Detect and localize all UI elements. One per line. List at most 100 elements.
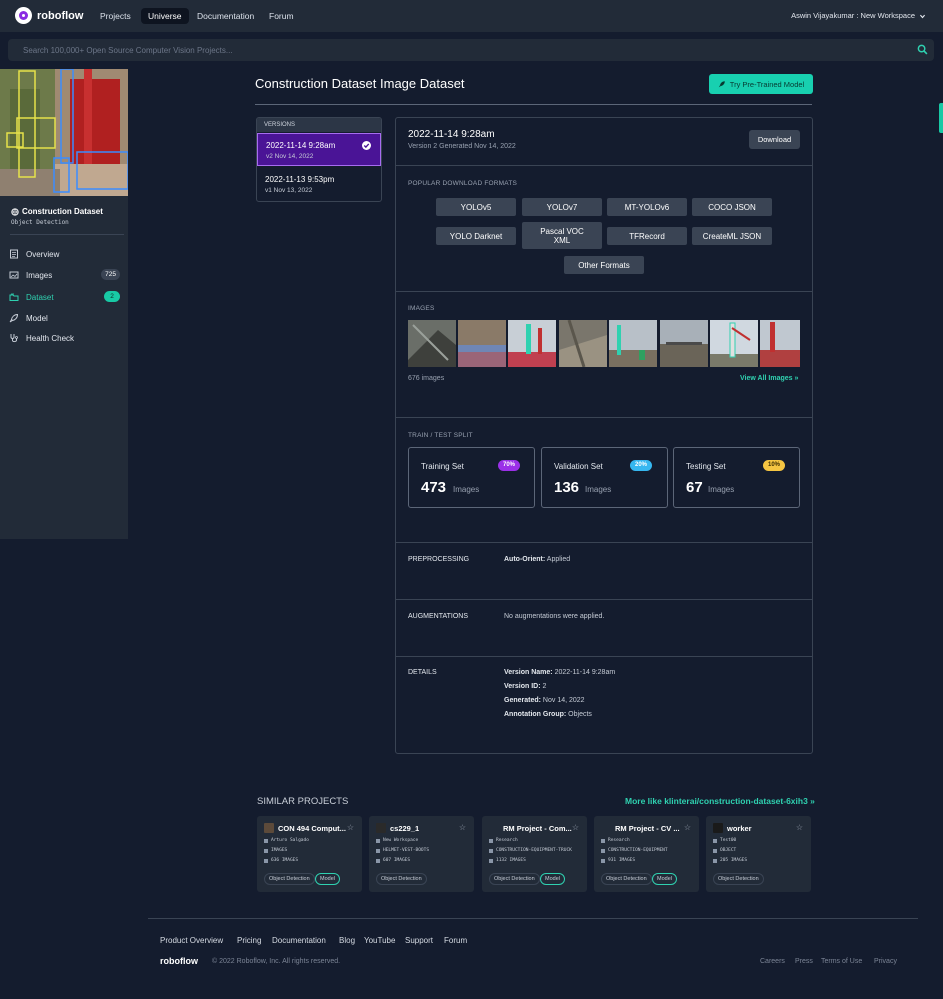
footer-link-documentation[interactable]: Documentation [272,936,326,945]
search-input[interactable] [8,39,908,61]
sidebar-item-images[interactable]: Images 725 [9,267,122,283]
project-thumbnail-icon [601,823,611,833]
star-icon[interactable]: ☆ [684,823,691,832]
detail-val: Objects [568,711,592,718]
star-icon[interactable]: ☆ [796,823,803,832]
version-item-v1[interactable]: 2022-11-13 9:53pm v1 Nov 13, 2022 [257,168,381,201]
search-icon[interactable] [917,44,928,55]
footer-link-careers[interactable]: Careers [760,958,785,965]
footer-link-blog[interactable]: Blog [339,936,355,945]
format-pascal-voc-button[interactable]: Pascal VOC XML [522,222,602,249]
format-tfrecord-button[interactable]: TFRecord [607,227,687,245]
footer-logo[interactable]: roboflow [160,956,198,966]
footer-link-terms[interactable]: Terms of Use [821,958,862,965]
sidebar-item-label: Model [26,313,48,323]
footer-link-product-overview[interactable]: Product Overview [160,936,223,945]
similar-project-card[interactable]: RM Project - Com... ☆ Research CONSTRUCT… [482,816,587,892]
version-title: 2022-11-13 9:53pm [265,175,335,184]
versions-heading: VERSIONS [257,118,381,132]
project-owner: Research [496,838,518,843]
section-divider [396,417,812,418]
split-label: TRAIN / TEST SPLIT [408,432,473,439]
project-classes: HELMET-VEST-BOOTS [383,848,430,853]
model-tag: Model [540,873,565,885]
format-createml-json-button[interactable]: CreateML JSON [692,227,772,245]
format-coco-json-button[interactable]: COCO JSON [692,198,772,216]
split-unit: Images [585,485,612,494]
preprocessing-value: Auto-Orient: Applied [504,556,570,563]
footer-link-privacy[interactable]: Privacy [874,958,897,965]
detail-key: Version ID: [504,683,541,690]
footer-link-forum[interactable]: Forum [444,936,467,945]
footer-link-press[interactable]: Press [795,958,813,965]
preprocessing-label: PREPROCESSING [408,556,470,563]
section-divider [396,165,812,166]
rocket-icon [718,81,725,88]
more-like-link[interactable]: More like klinterai/construction-dataset… [625,796,815,806]
image-thumbnail[interactable] [710,320,758,367]
dataset-type: Object Detection [11,219,69,226]
user-icon [264,838,268,843]
version-item-v2[interactable]: 2022-11-14 9:28am v2 Nov 14, 2022 [257,133,381,166]
sidebar-item-dataset[interactable]: Dataset 2 [9,289,122,305]
star-icon[interactable]: ☆ [572,823,579,832]
object-detection-tag: Object Detection [601,873,652,885]
format-yolov7-button[interactable]: YOLOv7 [522,198,602,216]
image-thumbnail[interactable] [508,320,556,367]
user-icon [489,838,493,843]
object-detection-tag: Object Detection [376,873,427,885]
feedback-side-tab[interactable] [939,103,943,133]
image-thumbnail[interactable] [760,320,800,367]
image-thumbnail[interactable] [458,320,506,367]
similar-project-card[interactable]: CON 494 Comput... ☆ Arturo Salgado IMAGE… [257,816,362,892]
project-title: CON 494 Comput... [278,823,346,833]
top-navbar: roboflow Projects Universe Documentation… [0,0,943,32]
section-divider [396,599,812,600]
star-icon[interactable]: ☆ [459,823,466,832]
dataset-name: Construction Dataset [11,207,103,216]
nav-universe[interactable]: Universe [141,8,189,24]
nav-projects[interactable]: Projects [93,8,138,24]
page-title: Construction Dataset Image Dataset [255,76,465,91]
footer-link-youtube[interactable]: YouTube [364,936,395,945]
similar-project-card[interactable]: RM Project - CV ... ☆ Research CONSTRUCT… [594,816,699,892]
view-all-images-link[interactable]: View All Images » [740,375,798,382]
sidebar-item-overview[interactable]: Overview [9,246,122,262]
image-thumbnail[interactable] [408,320,456,367]
project-owner: New Workspace [383,838,419,843]
try-pretrained-model-button[interactable]: Try Pre-Trained Model [709,74,813,94]
augmentations-label: AUGMENTATIONS [408,613,469,620]
other-formats-button[interactable]: Other Formats [564,256,644,274]
tag-icon [376,848,380,853]
user-workspace-menu[interactable]: Aswin Vijayakumar : New Workspace [791,8,926,24]
similar-project-card[interactable]: cs229_1 ☆ New Workspace HELMET-VEST-BOOT… [369,816,474,892]
star-icon[interactable]: ☆ [347,823,354,832]
image-thumbnail[interactable] [559,320,607,367]
detail-version-name: Version Name: 2022-11-14 9:28am [504,669,615,676]
object-detection-tag: Object Detection [713,873,764,885]
footer-link-support[interactable]: Support [405,936,433,945]
image-thumbnail[interactable] [609,320,657,367]
sidebar-item-health-check[interactable]: Health Check [9,330,122,346]
split-unit: Images [708,485,735,494]
format-yolov5-button[interactable]: YOLOv5 [436,198,516,216]
download-button[interactable]: Download [749,130,800,149]
similar-project-card[interactable]: worker ☆ Test00 OBJECT 205 IMAGES Object… [706,816,811,892]
format-mt-yolov6-button[interactable]: MT-YOLOv6 [607,198,687,216]
split-unit: Images [453,485,480,494]
sidebar-item-model[interactable]: Model [9,310,122,326]
split-name: Validation Set [554,462,603,471]
format-yolo-darknet-button[interactable]: YOLO Darknet [436,227,516,245]
roboflow-logo[interactable]: roboflow [15,7,83,24]
training-set-card: Training Set 70% 473 Images [408,447,535,508]
project-title: worker [727,823,752,833]
project-classes: CONSTRUCTION-EQUIPMENT [608,848,668,853]
image-thumbnail[interactable] [660,320,708,367]
nav-documentation[interactable]: Documentation [190,8,261,24]
tag-icon [713,848,717,853]
footer-link-pricing[interactable]: Pricing [237,936,261,945]
split-name: Training Set [421,462,464,471]
dataset-versions-badge: 2 [104,291,120,302]
nav-forum[interactable]: Forum [262,8,301,24]
images-count-badge: 725 [101,269,120,280]
